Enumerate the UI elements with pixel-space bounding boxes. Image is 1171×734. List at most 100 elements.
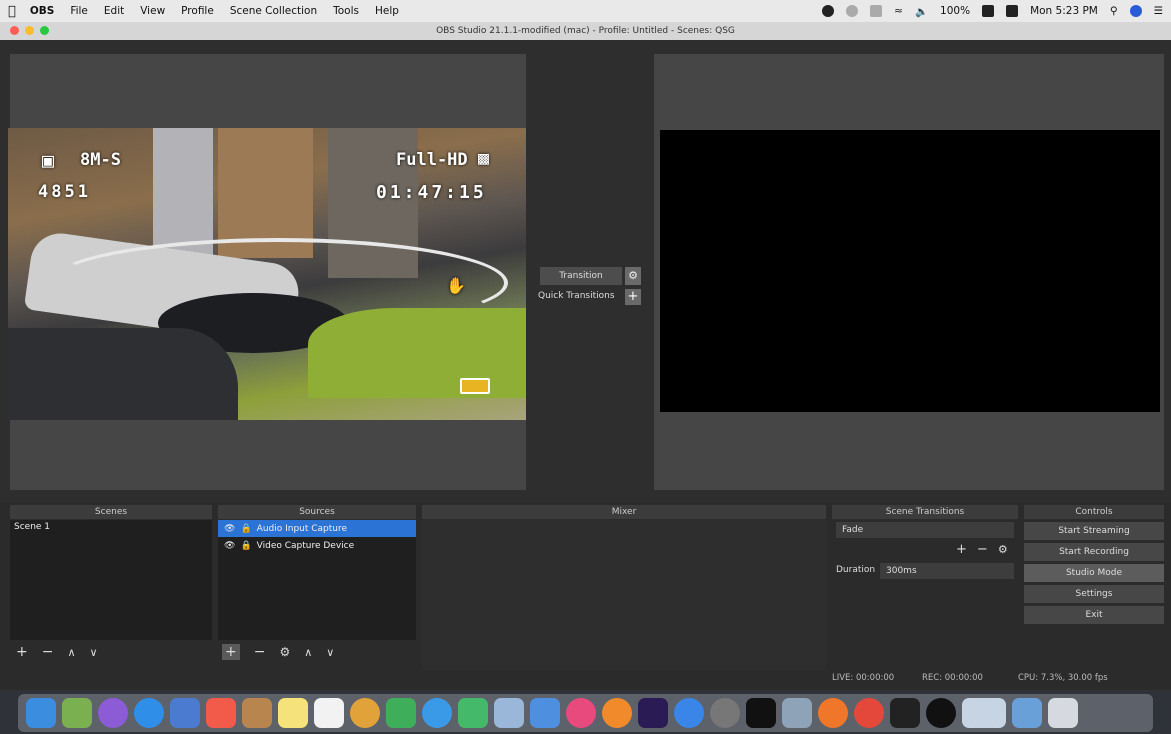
- reminders-icon[interactable]: [314, 698, 344, 728]
- terminal-icon[interactable]: [746, 698, 776, 728]
- clock[interactable]: Mon 5:23 PM: [1030, 5, 1098, 17]
- recording-time: 01:47:15: [376, 182, 487, 203]
- transition-settings-gear-icon[interactable]: ⚙: [625, 267, 641, 285]
- photo-booth-icon[interactable]: [350, 698, 380, 728]
- system-preferences-icon[interactable]: [710, 698, 740, 728]
- terminal-2-icon[interactable]: [890, 698, 920, 728]
- siri-icon[interactable]: [1129, 5, 1142, 17]
- green-cloth: [308, 308, 526, 398]
- notification-center-icon[interactable]: ☰: [1154, 5, 1163, 17]
- finder-icon[interactable]: [26, 698, 56, 728]
- facetime-icon[interactable]: [458, 698, 488, 728]
- apple-icon[interactable]: : [8, 4, 16, 19]
- close-window-button[interactable]: [10, 26, 19, 35]
- calendar-icon[interactable]: [206, 698, 236, 728]
- visibility-eye-icon[interactable]: 👁: [224, 524, 235, 534]
- input-source-icon[interactable]: [1006, 5, 1019, 17]
- source-item[interactable]: 👁 🔒 Audio Input Capture: [218, 520, 416, 537]
- menu-help[interactable]: Help: [375, 5, 399, 17]
- obs-dock-icon[interactable]: [926, 698, 956, 728]
- menu-scene-collection[interactable]: Scene Collection: [230, 5, 317, 17]
- safari-icon[interactable]: [134, 698, 164, 728]
- scene-item[interactable]: Scene 1: [10, 520, 212, 534]
- controls-header: Controls: [1024, 505, 1164, 519]
- chrome-icon[interactable]: [854, 698, 884, 728]
- remove-scene-button[interactable]: −: [42, 644, 54, 660]
- add-transition-button[interactable]: +: [956, 542, 967, 557]
- wifi-icon[interactable]: ≈: [894, 5, 903, 17]
- stabilizer-icon: ✋: [446, 276, 466, 295]
- visibility-eye-icon[interactable]: 👁: [224, 541, 235, 551]
- textedit-icon[interactable]: [494, 698, 524, 728]
- move-source-down-button[interactable]: ∨: [326, 646, 334, 659]
- itunes-icon[interactable]: [566, 698, 596, 728]
- battery-icon[interactable]: [982, 5, 995, 17]
- sources-header: Sources: [218, 505, 416, 519]
- sources-list[interactable]: 👁 🔒 Audio Input Capture 👁 🔒 Video Captur…: [218, 520, 416, 640]
- vlc-icon[interactable]: [818, 698, 848, 728]
- ibooks-icon[interactable]: [602, 698, 632, 728]
- source-item[interactable]: 👁 🔒 Video Capture Device: [218, 537, 416, 554]
- scenes-list[interactable]: Scene 1: [10, 520, 212, 640]
- add-source-button[interactable]: +: [222, 644, 240, 660]
- menu-profile[interactable]: Profile: [181, 5, 214, 17]
- start-streaming-button[interactable]: Start Streaming: [1024, 522, 1164, 540]
- battery-label[interactable]: 100%: [940, 5, 970, 17]
- minimize-window-button[interactable]: [25, 26, 34, 35]
- add-scene-button[interactable]: +: [16, 644, 28, 660]
- settings-button[interactable]: Settings: [1024, 585, 1164, 603]
- spotlight-icon[interactable]: ⚲: [1110, 5, 1118, 17]
- add-quick-transition-button[interactable]: +: [625, 289, 641, 305]
- trash-icon[interactable]: [1048, 698, 1078, 728]
- remove-source-button[interactable]: −: [254, 644, 266, 660]
- airplay-icon[interactable]: [870, 5, 883, 17]
- photos-icon[interactable]: [62, 698, 92, 728]
- remove-transition-button[interactable]: −: [977, 542, 988, 557]
- numbers-icon[interactable]: [386, 698, 416, 728]
- volume-icon[interactable]: 🔈: [915, 5, 928, 18]
- source-properties-gear-icon[interactable]: ⚙: [279, 645, 290, 659]
- lock-icon[interactable]: 🔒: [240, 524, 251, 534]
- automator-icon[interactable]: [782, 698, 812, 728]
- video-format: Full-HD: [396, 150, 468, 170]
- obs-tray-icon[interactable]: [822, 5, 835, 17]
- camera-preview[interactable]: ▣ 8M-S 4851 Full-HD ▩ 01:47:15 ✋: [8, 128, 526, 420]
- sync-icon[interactable]: [846, 5, 859, 17]
- menu-view[interactable]: View: [140, 5, 165, 17]
- mixer-panel: [422, 520, 826, 670]
- app-store-icon[interactable]: [674, 698, 704, 728]
- battery-indicator-icon: [460, 378, 490, 394]
- transition-type-select[interactable]: Fade: [836, 522, 1014, 538]
- macos-menubar:  OBS File Edit View Profile Scene Colle…: [0, 0, 1171, 22]
- menu-obs[interactable]: OBS: [30, 5, 55, 17]
- duration-spinbox[interactable]: 300ms: [880, 563, 1014, 579]
- transition-toolbar: + − ⚙: [956, 542, 1008, 557]
- menu-tools[interactable]: Tools: [333, 5, 359, 17]
- keynote-icon[interactable]: [530, 698, 560, 728]
- notes-icon[interactable]: [278, 698, 308, 728]
- contacts-icon[interactable]: [242, 698, 272, 728]
- exit-button[interactable]: Exit: [1024, 606, 1164, 624]
- window-controls: [10, 26, 49, 35]
- documents-stack-icon[interactable]: [1012, 698, 1042, 728]
- preview-icon[interactable]: [170, 698, 200, 728]
- transition-properties-gear-icon[interactable]: ⚙: [998, 543, 1008, 556]
- messages-icon[interactable]: [422, 698, 452, 728]
- start-recording-button[interactable]: Start Recording: [1024, 543, 1164, 561]
- studio-mode-button[interactable]: Studio Mode: [1024, 564, 1164, 582]
- zoom-window-button[interactable]: [40, 26, 49, 35]
- move-scene-down-button[interactable]: ∨: [90, 646, 98, 659]
- transition-button[interactable]: Transition: [540, 267, 622, 285]
- downloads-stack-icon[interactable]: [962, 698, 1006, 728]
- move-scene-up-button[interactable]: ∧: [67, 646, 75, 659]
- menu-file[interactable]: File: [70, 5, 88, 17]
- move-source-up-button[interactable]: ∧: [304, 646, 312, 659]
- menu-edit[interactable]: Edit: [104, 5, 124, 17]
- video-camera-icon: ▩: [478, 148, 489, 169]
- window-titlebar: OBS Studio 21.1.1-modified (mac) - Profi…: [0, 22, 1171, 40]
- premiere-icon[interactable]: [638, 698, 668, 728]
- siri-dock-icon[interactable]: [98, 698, 128, 728]
- source-label: Video Capture Device: [256, 540, 355, 551]
- lock-icon[interactable]: 🔒: [240, 541, 251, 551]
- program-output[interactable]: [660, 130, 1160, 412]
